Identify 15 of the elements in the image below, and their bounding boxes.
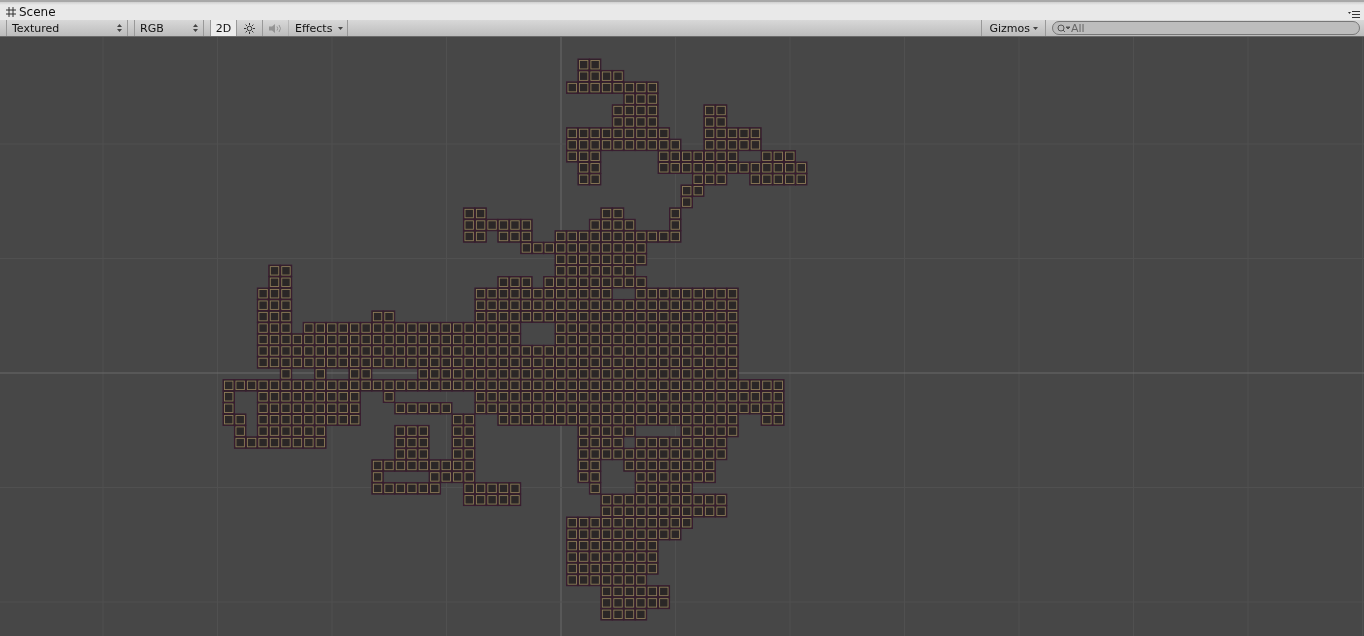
- gizmos-dropdown[interactable]: Gizmos: [981, 20, 1046, 36]
- scene-tab[interactable]: Scene: [0, 3, 62, 20]
- grid-icon: [6, 6, 16, 17]
- effects-dropdown[interactable]: Effects: [289, 20, 349, 36]
- draw-mode-dropdown[interactable]: Textured: [7, 20, 128, 36]
- speaker-icon: [268, 22, 283, 34]
- arrows-icon: [193, 24, 198, 32]
- arrows-icon: [117, 24, 122, 32]
- menu-icon[interactable]: [1348, 11, 1360, 18]
- render-mode-dropdown[interactable]: RGB: [135, 20, 204, 36]
- caret-icon: [338, 26, 344, 30]
- search-field[interactable]: All: [1052, 21, 1360, 35]
- caret-icon: [1033, 26, 1038, 30]
- sun-icon: [244, 22, 255, 34]
- 2d-toggle[interactable]: 2D: [211, 20, 237, 36]
